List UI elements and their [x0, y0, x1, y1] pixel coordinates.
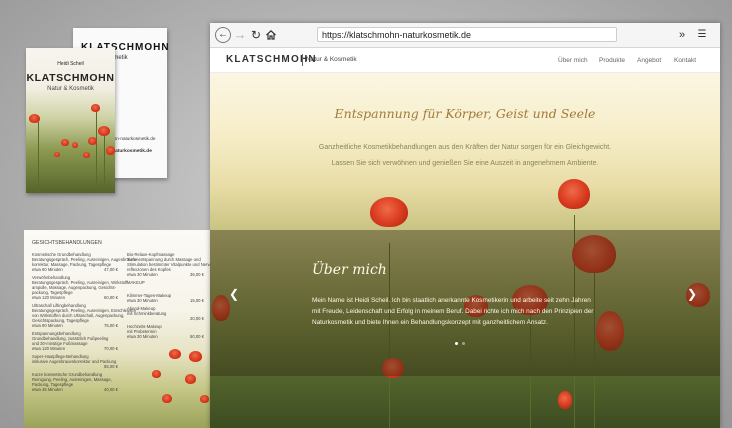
forward-arrow-icon[interactable]: → — [232, 27, 248, 43]
price-item-price: 70,00 € — [104, 346, 118, 351]
card-front-brand: KLATSCHMOHN — [26, 72, 115, 84]
about-section-title: Über mich — [312, 262, 387, 278]
back-arrow-icon[interactable]: ← — [215, 27, 231, 43]
price-item-duration: etwa 120 Minuten — [32, 346, 66, 351]
card-front-subtitle: Natur & Kosmetik — [47, 86, 94, 92]
price-list: GESICHTSBEHANDLUNGEN Kosmetische Grundbe… — [24, 230, 211, 428]
nav-item-ueber-mich[interactable]: Über mich — [558, 57, 588, 64]
price-item-description: Grundbehandlung, zusätzlich Fußpeeling u… — [32, 336, 109, 346]
about-text-line-2: mit Freude, Leidenschaft und Erfolg in m… — [312, 308, 594, 315]
nav-item-produkte[interactable]: Produkte — [599, 57, 625, 64]
price-item-price: 40,00 € — [104, 387, 118, 392]
price-item-duration: etwa 30 Minuten — [127, 334, 158, 339]
price-item-price: 47,00 € — [104, 267, 118, 272]
price-item-description: Reinigung, Peeling, Ausreinigen, Massage… — [32, 377, 112, 387]
logo-divider — [302, 54, 303, 66]
card-front-name: Heidi Scheil — [57, 61, 84, 67]
price-item-price: 60,00 € — [104, 295, 118, 300]
about-text-line-1: Mein Name ist Heidi Scheil. Ich bin staa… — [312, 297, 591, 304]
price-item-duration: etwa 60 Minuten — [32, 267, 63, 272]
price-item-description: Tiefenentspannung durch Massage und Stim… — [127, 257, 211, 272]
price-item-description: Beratungsgespräch, Peeling, Ausreinigen,… — [32, 308, 137, 323]
price-item-duration: etwa 120 Minuten — [32, 295, 66, 300]
price-item-price: 50,00 € — [190, 334, 204, 339]
site-logo[interactable]: KLATSCHMOHN — [226, 54, 317, 65]
about-text-line-3: Naturkosmetik und biete Ihnen ein Behand… — [312, 319, 548, 326]
slider-next-icon[interactable]: ❯ — [687, 287, 697, 301]
price-item-duration: etwa 90 Minuten — [32, 323, 63, 328]
nav-item-kontakt[interactable]: Kontakt — [674, 57, 696, 64]
price-item-title: MAKEUP — [127, 280, 145, 285]
price-item-price: 36,00 € — [190, 272, 204, 277]
url-bar[interactable]: https://klatschmohn-naturkosmetik.de — [317, 27, 617, 42]
nav-item-angebot[interactable]: Angebot — [637, 57, 661, 64]
slider-dot[interactable] — [462, 342, 465, 345]
price-item-price: 20,00 € — [190, 316, 204, 321]
price-item-description: Beratungsgespräch, Peeling, Ausreinigen,… — [32, 280, 129, 295]
hero-intro-line-2: Lassen Sie sich verwöhnen und genießen S… — [331, 160, 599, 167]
browser-window: ← → ↻ https://klatschmohn-naturkosmetik.… — [210, 23, 720, 428]
price-item-duration: etwa 30 Minuten — [127, 298, 158, 303]
browser-toolbar: ← → ↻ https://klatschmohn-naturkosmetik.… — [210, 23, 720, 48]
url-text: https://klatschmohn-naturkosmetik.de — [322, 30, 472, 40]
hamburger-menu-icon[interactable]: ☰ — [694, 27, 710, 43]
business-card-front: Heidi Scheil KLATSCHMOHN Natur & Kosmeti… — [26, 48, 115, 193]
double-chevron-icon[interactable]: » — [674, 27, 690, 43]
home-icon[interactable] — [263, 27, 279, 43]
price-item-description: mit Schminkberatung — [127, 311, 167, 316]
hero-tagline: Entspannung für Körper, Geist und Seele — [334, 106, 596, 121]
slider-dot[interactable] — [455, 342, 458, 345]
price-item-price: 55,00 € — [104, 364, 118, 369]
price-item-price: 75,00 € — [104, 323, 118, 328]
hero-section: Entspannung für Körper, Geist und Seele … — [210, 73, 720, 428]
price-item-description: Beratungsgespräch, Peeling, Ausreinigen,… — [32, 257, 138, 267]
price-item-duration: etwa 45 Minuten — [32, 387, 63, 392]
reload-icon[interactable]: ↻ — [248, 27, 264, 43]
price-item-price: 15,00 € — [190, 298, 204, 303]
site-logo-subtitle: Natur & Kosmetik — [306, 56, 357, 63]
hero-intro-line-1: Ganzheitliche Kosmetikbehandlungen aus d… — [318, 144, 612, 151]
slider-prev-icon[interactable]: ❮ — [229, 287, 239, 301]
price-list-heading: GESICHTSBEHANDLUNGEN — [32, 240, 102, 246]
site-header: KLATSCHMOHN Natur & Kosmetik Über mich P… — [210, 48, 720, 73]
price-item-duration: etwa 30 Minuten — [127, 272, 158, 277]
